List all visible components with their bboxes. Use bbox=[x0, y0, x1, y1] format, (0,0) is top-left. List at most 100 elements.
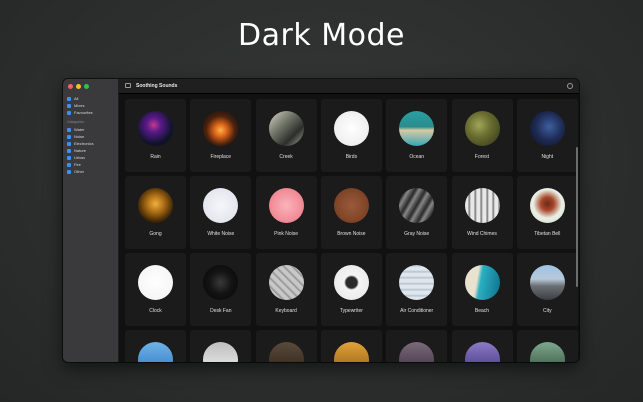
sound-artwork bbox=[529, 188, 565, 223]
sound-artwork bbox=[333, 265, 369, 300]
sidebar-item[interactable]: Urban bbox=[67, 154, 116, 161]
sound-label: Birds bbox=[345, 154, 358, 160]
sound-artwork bbox=[138, 265, 173, 300]
sound-card[interactable]: City bbox=[516, 253, 578, 326]
sidebar-item-label: Fire bbox=[74, 162, 81, 167]
sound-label: White Noise bbox=[207, 231, 235, 237]
sound-card[interactable] bbox=[516, 330, 578, 362]
electronics-icon bbox=[67, 141, 71, 146]
sound-card[interactable]: Keyboard bbox=[255, 253, 317, 326]
sound-card[interactable]: Tibetan Bell bbox=[516, 176, 578, 249]
sound-artwork bbox=[529, 111, 565, 146]
sidebar: All Mixes Favourites Categories Water Noise El… bbox=[63, 79, 119, 362]
sound-card[interactable]: Creek bbox=[255, 99, 317, 172]
sound-artwork bbox=[268, 342, 304, 362]
sidebar-item[interactable]: Water bbox=[67, 126, 116, 133]
sound-label: Desk Fan bbox=[210, 308, 232, 314]
sound-card[interactable]: Birds bbox=[320, 99, 382, 172]
noise-icon bbox=[67, 134, 71, 139]
sound-artwork bbox=[268, 111, 304, 146]
sidebar-section-label: Categories bbox=[67, 120, 84, 124]
sound-card[interactable]: Air Conditioner bbox=[386, 253, 448, 326]
sound-artwork bbox=[268, 265, 304, 300]
sound-artwork bbox=[333, 111, 369, 146]
sound-card[interactable]: Rain bbox=[125, 99, 186, 172]
sound-card[interactable]: Beach bbox=[451, 253, 513, 326]
sound-artwork bbox=[138, 342, 173, 362]
building-icon bbox=[67, 155, 71, 160]
sound-card[interactable]: Wind Chimes bbox=[451, 176, 513, 249]
sidebar-item[interactable]: All bbox=[67, 95, 116, 102]
sound-card[interactable]: Forest bbox=[451, 99, 513, 172]
sound-artwork bbox=[399, 342, 435, 362]
sound-label: Tibetan Bell bbox=[534, 231, 561, 237]
sound-card[interactable]: Fireplace bbox=[190, 99, 252, 172]
sound-artwork bbox=[399, 111, 435, 146]
mix-icon bbox=[67, 103, 71, 108]
sound-card[interactable]: Night bbox=[516, 99, 578, 172]
sound-label: Night bbox=[541, 154, 554, 160]
info-icon[interactable] bbox=[567, 83, 573, 89]
sidebar-list: All Mixes Favourites Categories Water Noise El… bbox=[67, 95, 116, 175]
sound-artwork bbox=[464, 188, 500, 223]
sound-card[interactable]: Typewriter bbox=[320, 253, 382, 326]
sound-card[interactable]: Brown Noise bbox=[320, 176, 382, 249]
sound-artwork bbox=[399, 265, 435, 300]
sound-artwork bbox=[464, 265, 500, 300]
sound-card[interactable] bbox=[125, 330, 186, 362]
scrollbar[interactable] bbox=[576, 147, 578, 287]
sound-label: Gray Noise bbox=[404, 231, 430, 237]
water-icon bbox=[67, 127, 71, 132]
sound-artwork bbox=[138, 111, 173, 146]
minimize-button[interactable] bbox=[76, 84, 81, 89]
sound-artwork bbox=[464, 342, 500, 362]
app-window: All Mixes Favourites Categories Water Noise El… bbox=[63, 79, 579, 362]
sound-label: Ocean bbox=[409, 154, 425, 160]
sidebar-item[interactable]: Other bbox=[67, 168, 116, 175]
zoom-button[interactable] bbox=[84, 84, 89, 89]
sidebar-item-label: Electronics bbox=[74, 141, 94, 146]
sidebar-item[interactable]: Noise bbox=[67, 133, 116, 140]
sound-card[interactable]: Clock bbox=[125, 253, 186, 326]
sound-label: Forest bbox=[474, 154, 490, 160]
sound-card[interactable]: Gong bbox=[125, 176, 186, 249]
sidebar-item[interactable]: Fire bbox=[67, 161, 116, 168]
sound-label: Fireplace bbox=[210, 154, 232, 160]
sound-label: Air Conditioner bbox=[400, 308, 434, 314]
sidebar-toggle-icon[interactable] bbox=[125, 83, 131, 88]
headline: Dark Mode bbox=[238, 18, 405, 53]
sidebar-item[interactable]: Favourites bbox=[67, 109, 116, 116]
sound-card[interactable]: Desk Fan bbox=[190, 253, 252, 326]
sound-card[interactable]: Gray Noise bbox=[386, 176, 448, 249]
title-bar: Soothing Sounds bbox=[119, 79, 579, 94]
sound-card[interactable]: Ocean bbox=[386, 99, 448, 172]
sound-label: Creek bbox=[279, 154, 293, 160]
sound-artwork bbox=[203, 111, 239, 146]
waveform-icon bbox=[67, 96, 71, 101]
sound-label: Brown Noise bbox=[337, 231, 366, 237]
sound-card[interactable] bbox=[386, 330, 448, 362]
close-button[interactable] bbox=[68, 84, 73, 89]
sound-artwork bbox=[399, 188, 435, 223]
sidebar-item[interactable]: Mixes bbox=[67, 102, 116, 109]
sound-card[interactable] bbox=[190, 330, 252, 362]
sidebar-item[interactable]: Nature bbox=[67, 147, 116, 154]
sound-card[interactable]: White Noise bbox=[190, 176, 252, 249]
flame-icon bbox=[67, 162, 71, 167]
sound-artwork bbox=[333, 342, 369, 362]
sidebar-item-label: Noise bbox=[74, 134, 85, 139]
sidebar-item-label: Other bbox=[74, 169, 85, 174]
sidebar-item-label: Water bbox=[74, 127, 85, 132]
sound-label: Wind Chimes bbox=[467, 231, 497, 237]
sound-card[interactable] bbox=[320, 330, 382, 362]
window-controls bbox=[68, 84, 89, 89]
sound-card[interactable]: Pink Noise bbox=[255, 176, 317, 249]
sound-artwork bbox=[203, 265, 239, 300]
sound-card[interactable] bbox=[451, 330, 513, 362]
sidebar-item-label: Favourites bbox=[74, 110, 93, 115]
sound-card[interactable] bbox=[255, 330, 317, 362]
sidebar-item-label: Mixes bbox=[74, 103, 85, 108]
sound-label: Beach bbox=[474, 308, 490, 314]
sound-label: Typewriter bbox=[339, 308, 363, 314]
sidebar-item[interactable]: Electronics bbox=[67, 140, 116, 147]
